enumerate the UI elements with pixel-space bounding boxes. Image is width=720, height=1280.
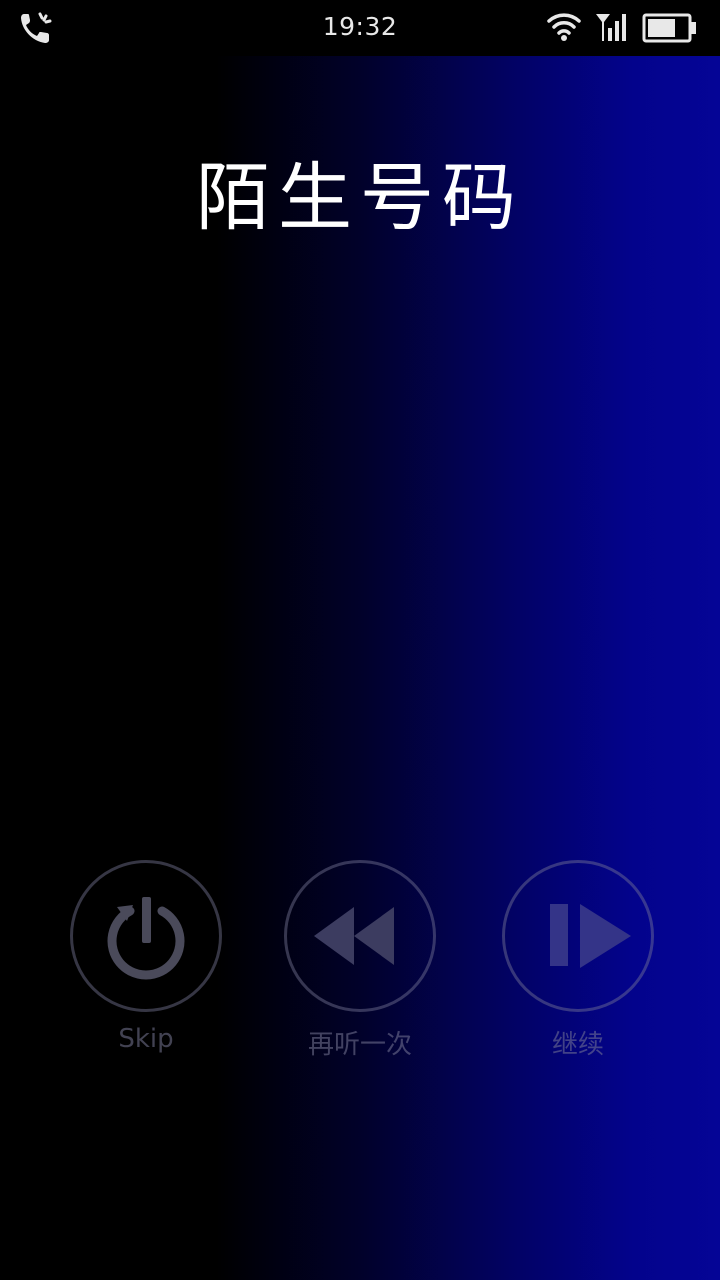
incoming-call-screen: 19:32 陌生号码 Skip 再听一次 继续 xyxy=(0,0,720,1280)
replay-button-circle[interactable] xyxy=(284,860,436,1012)
continue-button-circle[interactable] xyxy=(502,860,654,1012)
rewind-icon xyxy=(314,907,394,965)
status-bar: 19:32 xyxy=(0,0,720,56)
power-restart-icon xyxy=(107,897,185,980)
skip-label: Skip xyxy=(118,1024,174,1054)
play-pause-icon xyxy=(550,904,631,968)
cellular-signal-icon xyxy=(594,10,628,44)
replay-button[interactable]: 再听一次 xyxy=(270,860,450,1061)
continue-button[interactable]: 继续 xyxy=(488,860,668,1061)
skip-button-circle[interactable] xyxy=(70,860,222,1012)
skip-button[interactable]: Skip xyxy=(56,860,236,1054)
caller-title: 陌生号码 xyxy=(196,155,524,241)
wifi-icon xyxy=(546,10,582,42)
continue-label: 继续 xyxy=(551,1030,604,1060)
battery-icon xyxy=(642,12,698,44)
replay-label: 再听一次 xyxy=(307,1030,412,1060)
